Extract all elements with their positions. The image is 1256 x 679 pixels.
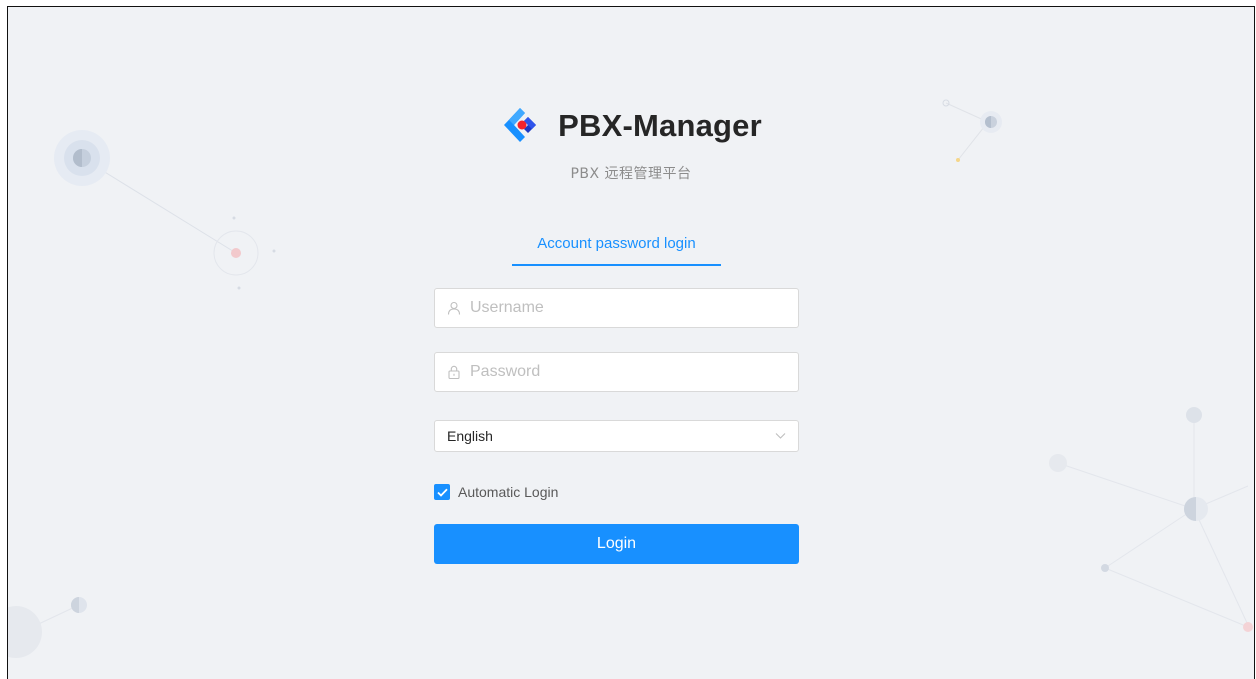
username-input[interactable] (470, 299, 770, 317)
lock-icon (448, 365, 460, 379)
app-subtitle: PBX 远程管理平台 (570, 166, 692, 182)
language-selected-value: English (447, 428, 493, 444)
diamond-logo-icon (504, 108, 537, 142)
chevron-down-icon (775, 433, 786, 439)
check-icon (436, 488, 448, 497)
username-field[interactable] (434, 288, 799, 328)
automatic-login-option[interactable]: Automatic Login (434, 483, 558, 501)
login-button[interactable]: Login (434, 524, 799, 564)
password-input[interactable] (470, 363, 770, 381)
login-page: PBX-Manager PBX 远程管理平台 Account password … (7, 6, 1255, 679)
brand-header: PBX-Manager (8, 101, 1254, 151)
password-field[interactable] (434, 352, 799, 392)
user-icon (447, 301, 461, 315)
tab-account-password-login[interactable]: Account password login (512, 231, 721, 266)
automatic-login-checkbox[interactable] (434, 484, 450, 500)
automatic-login-label: Automatic Login (458, 484, 559, 500)
language-select[interactable]: English (434, 420, 799, 452)
app-title: PBX-Manager (558, 108, 762, 143)
